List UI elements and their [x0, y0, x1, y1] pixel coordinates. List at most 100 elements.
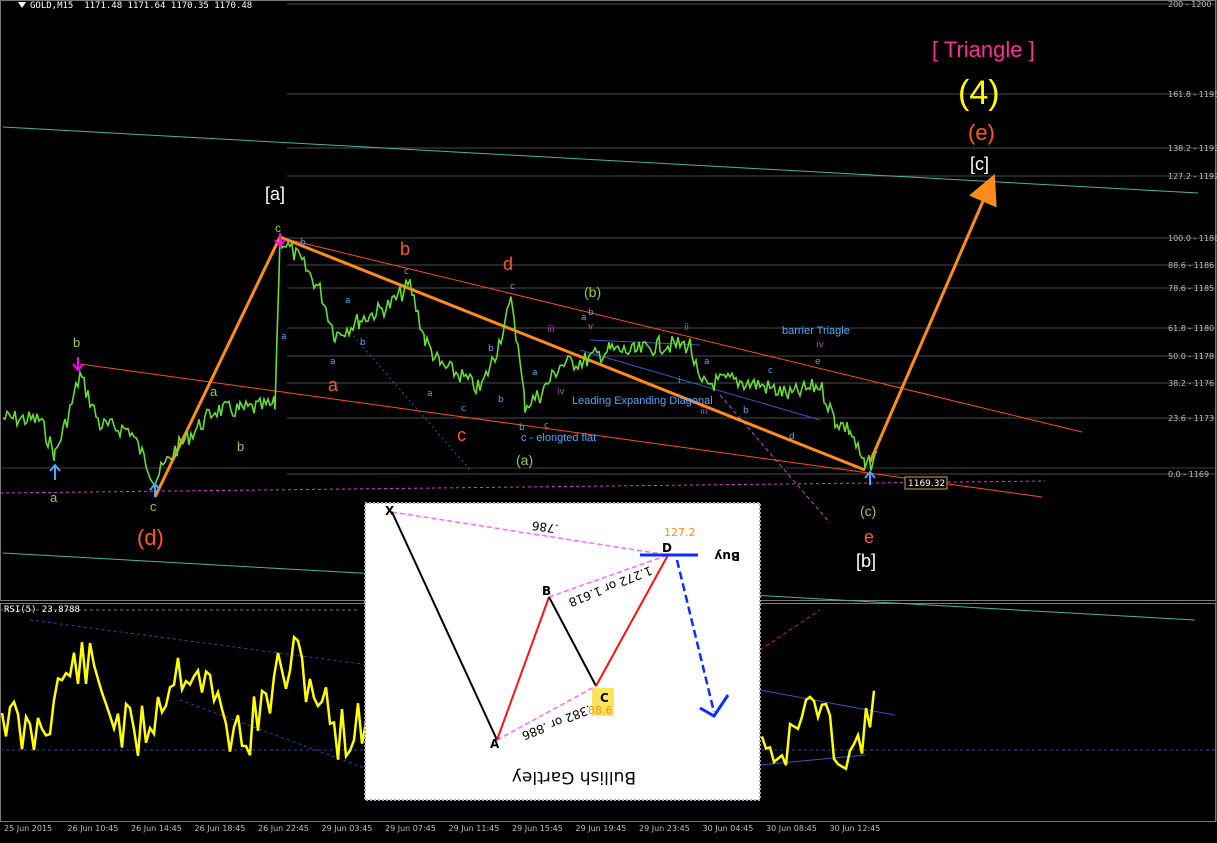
buy-text: Buy — [714, 549, 740, 563]
minor-wave-label: v — [588, 322, 594, 332]
point-c: C — [600, 691, 609, 705]
minor-wave-label: b — [743, 406, 749, 416]
fib-level-label: 38.2 - 1176 — [1168, 379, 1214, 388]
symbol-timeframe: GOLD,M15 — [30, 1, 74, 11]
fib-level-label: 88.6 - 1186 — [1168, 261, 1214, 270]
chart-canvas: 200 - 1200 161.8 - 1195 138.2 - 1193 127.2 … — [0, 0, 1217, 843]
blue-dotted-line — [349, 331, 471, 471]
time-label: 29 Jun 19:45 — [576, 824, 627, 833]
time-label: 29 Jun 11:45 — [449, 824, 500, 833]
wave-label: c — [457, 425, 466, 445]
time-label: 26 Jun 14:45 — [131, 824, 182, 833]
wave-label: a — [328, 375, 339, 395]
minor-wave-label: iv — [557, 387, 566, 397]
fib-level-label: 138.2 - 1193 — [1168, 144, 1217, 153]
up-arrow-icon — [49, 463, 61, 480]
cyan-trendline — [2, 126, 1199, 194]
time-label: 29 Jun 03:45 — [322, 824, 373, 833]
minor-wave-label: b — [519, 423, 525, 433]
time-label: 26 Jun 18:45 — [195, 824, 246, 833]
fib-level-label: 50.0 - 1178 — [1168, 352, 1214, 361]
fib-level-label: 78.6 - 1185 — [1168, 284, 1214, 293]
minor-wave-label: a — [427, 389, 433, 399]
minor-wave-label: b — [488, 344, 494, 354]
time-label: 30 Jun 08:45 — [766, 824, 817, 833]
minor-wave-label: b — [360, 338, 366, 348]
red-channel-lower — [79, 363, 1043, 498]
minor-wave-label: c — [768, 366, 773, 376]
wave-label: [c] — [970, 154, 989, 174]
minor-wave-label: c — [404, 267, 409, 277]
time-label: 25 Jun 2015 — [4, 824, 52, 833]
orange-arrow-up — [868, 173, 997, 463]
minor-wave-label: c — [461, 404, 466, 414]
dropdown-triangle-icon[interactable] — [18, 2, 26, 8]
fib-level-label: 23.6 - 1173 — [1168, 414, 1214, 423]
minor-wave-label: i — [678, 376, 681, 386]
wave-label: a — [50, 490, 58, 505]
down-arrow-icon — [72, 357, 84, 372]
fib-level-label: 200 - 1200 — [1168, 0, 1212, 9]
wave-label: (b) — [584, 284, 601, 300]
fib-level-label: 0.0 - 1169 — [1168, 470, 1209, 479]
rsi-line — [760, 690, 876, 771]
gartley-title: Bullish Gartley — [512, 767, 636, 787]
time-label: 29 Jun 23:45 — [639, 824, 690, 833]
fib-level-label: 161.8 - 1195 — [1168, 90, 1217, 99]
point-x: X — [385, 504, 395, 518]
wave-label: c - elongted flat — [521, 432, 596, 444]
point-a: A — [490, 737, 500, 751]
wave-label: b — [237, 439, 244, 454]
wave-label: a — [210, 384, 218, 399]
wave-label: e — [864, 527, 874, 547]
gartley-inset-frame — [364, 502, 761, 801]
time-label: 26 Jun 22:45 — [258, 824, 309, 833]
time-label: 29 Jun 07:45 — [385, 824, 436, 833]
gartley-inset: XABCD88.6127.2.786.382 or .8861.272 or 1… — [364, 502, 761, 801]
wave-label: c — [275, 221, 281, 235]
symbol-header: GOLD,M15 1171.48 1171.64 1170.35 1170.48 — [18, 1, 252, 11]
minor-wave-label: a — [704, 357, 710, 367]
fib-level-label: 61.8 - 1180 — [1168, 324, 1214, 333]
time-label: 26 Jun 10:45 — [68, 824, 119, 833]
wave-label: [ Triangle ] — [932, 37, 1035, 62]
wave-label: barrier Triagle — [782, 325, 850, 337]
rsi-label: RSI(5) 23.8788 — [4, 605, 80, 615]
minor-wave-label: a — [532, 368, 538, 378]
ohlc-values: 1171.48 1171.64 1170.35 1170.48 — [84, 1, 253, 11]
wave-label: [a] — [265, 184, 285, 204]
minor-wave-label: a — [581, 313, 587, 323]
minor-wave-label: d — [789, 432, 795, 442]
minor-wave-label: c — [544, 421, 549, 431]
time-label: 30 Jun 12:45 — [830, 824, 881, 833]
time-label: 30 Jun 04:45 — [703, 824, 754, 833]
minor-wave-label: b — [300, 238, 306, 248]
wave-label: c — [150, 499, 157, 514]
point-b: B — [542, 584, 551, 598]
minor-wave-label: ii — [684, 323, 689, 333]
fib-level-label: 100.0 - 1188 — [1168, 234, 1217, 243]
time-label: 29 Jun 15:45 — [512, 824, 563, 833]
wave-label: b — [400, 239, 410, 259]
wave-label: [b] — [856, 551, 876, 571]
wave-label: b — [73, 335, 80, 350]
minor-wave-label: e — [815, 357, 821, 367]
time-axis: 25 Jun 2015 26 Jun 10:45 26 Jun 14:45 26 Ju… — [0, 822, 1217, 843]
minor-wave-label: iii — [700, 407, 708, 417]
rsi-red-dashed — [759, 609, 821, 651]
price-line — [2, 234, 878, 486]
minor-wave-label: c — [510, 282, 515, 292]
wave-label: (a) — [516, 452, 533, 468]
wave-label: d — [503, 254, 513, 274]
rsi-line — [0, 634, 368, 760]
wave-label: (e) — [968, 120, 995, 145]
wave-label: Leading Expanding Diagonal — [572, 395, 713, 407]
wave-label: (d) — [137, 525, 164, 550]
wave-label: (4) — [958, 74, 1000, 112]
minor-wave-label: iv — [816, 340, 825, 350]
d-value: 127.2 — [664, 526, 696, 539]
minor-wave-label: b — [498, 395, 504, 405]
current-price-text: 1169.32 — [908, 479, 945, 489]
minor-wave-label: a — [281, 332, 287, 342]
minor-wave-label: a — [345, 296, 351, 306]
